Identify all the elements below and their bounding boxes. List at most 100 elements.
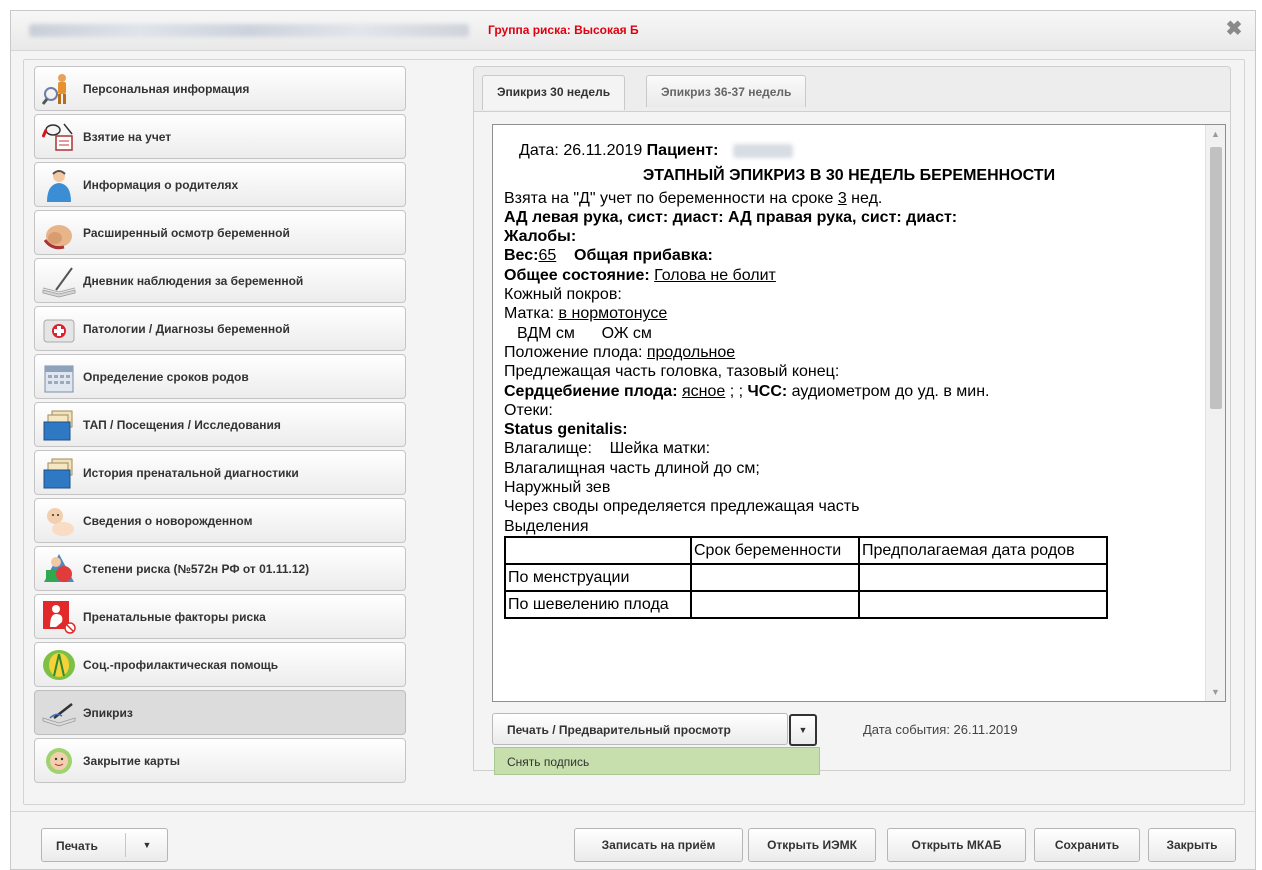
prenatal-risk-icon [41,599,77,635]
close-button[interactable]: Закрыть [1148,828,1236,862]
date-value: 26.11.2019 [563,142,643,159]
chevron-down-icon[interactable]: ▼ [789,714,817,746]
sidebar-item-social-help[interactable]: Соц.-профилактическая помощь [34,642,406,687]
close-icon[interactable]: ✖ [1223,17,1245,41]
general-state-value: Голова не болит [654,266,776,284]
modal-window: Группа риска: Высокая Б ✖ Персональная и… [10,10,1256,870]
uterus-line: Матка: в нормотонусе [504,304,1194,323]
sidebar-item-registration[interactable]: Взятие на учет [34,114,406,159]
folders-icon [41,407,77,443]
through-vaults: Через своды определяется предлежащая час… [504,498,860,516]
weight-value: 65 [538,247,557,265]
save-button[interactable]: Сохранить [1034,828,1140,862]
registered-suffix: нед. [846,189,883,207]
complaints: Жалобы: [504,228,577,246]
status-genitalis: Status genitalis: [504,421,628,439]
sidebar: Персональная информация Взятие на учет И… [34,66,406,786]
sidebar-item-risk-levels[interactable]: Степени риска (№572н РФ от 01.11.12) [34,546,406,591]
sidebar-item-pathologies[interactable]: Патологии / Диагнозы беременной [34,306,406,351]
skin: Кожный покров: [504,286,622,304]
risk-group-title: Группа риска: Высокая Б [488,23,639,37]
presenting-part: Предлежащая часть головка, тазовый конец… [504,363,840,381]
fetus-position-label: Положение плода: [504,343,647,361]
table-cell [858,589,1108,619]
sidebar-item-label: Расширенный осмотр беременной [83,226,290,240]
sidebar-item-extended-exam[interactable]: Расширенный осмотр беременной [34,210,406,255]
heartbeat-label: Сердцебиение плода: [504,382,678,400]
sidebar-item-label: Дневник наблюдения за беременной [83,274,304,288]
sidebar-item-observation-diary[interactable]: Дневник наблюдения за беременной [34,258,406,303]
tab-bar: Эпикриз 30 недель Эпикриз 36-37 недель [473,66,1231,112]
newborn-icon [41,503,77,539]
vaginal-part: Влагалищная часть длиной до см; [504,459,760,477]
heartbeat-value: ясное [681,382,726,400]
sidebar-item-prenatal-history[interactable]: История пренатальной диагностики [34,450,406,495]
table-header-cell: Срок беременности [690,535,860,565]
hr-value: аудиометром до уд. в мин. [787,382,990,400]
sidebar-item-newborn-info[interactable]: Сведения о новорожденном [34,498,406,543]
print-split-button[interactable]: Печать ▼ [41,828,168,862]
person-magnifier-icon [41,71,77,107]
weight-line: Вес:65 Общая прибавка: [504,246,1194,265]
sidebar-item-prenatal-risk-factors[interactable]: Пренатальные факторы риска [34,594,406,639]
epicrisis-panel: Эпикриз 30 недель Эпикриз 36-37 недель Д… [463,66,1233,775]
fetus-position-value: продольное [646,343,736,361]
remove-signature-item[interactable]: Снять подпись [507,755,589,769]
print-preview-button[interactable]: Печать / Предварительный просмотр ▼ [492,713,817,746]
sidebar-item-label: Пренатальные факторы риска [83,610,266,624]
chevron-down-icon[interactable]: ▼ [126,829,168,861]
external-os: Наружный зев [504,479,611,497]
risk-levels-icon [41,551,77,587]
table-row-label: По шевелению плода [504,589,692,619]
discharge: Выделения [504,517,589,535]
document-title: ЭТАПНЫЙ ЭПИКРИЗ В 30 НЕДЕЛЬ БЕРЕМЕННОСТИ [642,167,1056,185]
event-date: Дата события: 26.11.2019 [863,722,1018,737]
sidebar-item-close-card[interactable]: Закрытие карты [34,738,406,783]
print-preview-label: Печать / Предварительный просмотр [507,723,731,737]
tab-epicrisis-36-37[interactable]: Эпикриз 36-37 недель [646,75,807,107]
document-scrollbar[interactable]: ▲ ▼ [1205,125,1225,701]
sidebar-item-label: ТАП / Посещения / Исследования [83,418,281,432]
date-line: Дата: 26.11.2019 Пациент: [504,141,1194,160]
pregnant-exam-icon [41,215,77,251]
patient-name-redacted [29,24,469,37]
table-row: По шевелению плода [504,589,1108,619]
weight-label: Вес: [504,247,539,265]
total-gain: Общая прибавка: [574,247,713,265]
sidebar-item-parents-info[interactable]: Информация о родителях [34,162,406,207]
general-state-line: Общее состояние: Голова не болит [504,266,1194,285]
sidebar-item-delivery-dates[interactable]: Определение сроков родов [34,354,406,399]
main-content: Персональная информация Взятие на учет И… [23,59,1245,805]
uterus-value: в нормотонусе [558,305,668,323]
sidebar-item-label: Определение сроков родов [83,370,249,384]
schedule-appointment-button[interactable]: Записать на приём [574,828,743,862]
uterus-label: Матка: [504,305,559,323]
calendar-icon [41,359,77,395]
sidebar-item-label: История пренатальной диагностики [83,466,299,480]
table-header-row: Срок беременности Предполагаемая дата ро… [504,535,1108,565]
sidebar-item-tap-visits[interactable]: ТАП / Посещения / Исследования [34,402,406,447]
sidebar-item-label: Закрытие карты [83,754,181,768]
patient-label: Пациент: [646,142,719,159]
folders-history-icon [41,455,77,491]
scroll-down-arrow-icon[interactable]: ▼ [1206,683,1225,701]
tab-content: Дата: 26.11.2019 Пациент: ЭТАПНЫЙ ЭПИКРИ… [473,111,1231,775]
diary-icon [41,263,77,299]
sidebar-item-label: Информация о родителях [83,178,239,192]
registration-icon [41,119,77,155]
table-cell [690,589,860,619]
open-mkab-button[interactable]: Открыть МКАБ [887,828,1026,862]
epicrisis-document[interactable]: Дата: 26.11.2019 Пациент: ЭТАПНЫЙ ЭПИКРИ… [492,124,1226,702]
sidebar-item-personal-info[interactable]: Персональная информация [34,66,406,111]
hr-label: ЧСС: [747,382,788,400]
open-iemk-button[interactable]: Открыть ИЭМК [748,828,876,862]
parents-icon [41,167,77,203]
scroll-up-arrow-icon[interactable]: ▲ [1206,125,1225,143]
sidebar-item-label: Взятие на учет [83,130,172,144]
sidebar-item-epicrisis[interactable]: Эпикриз [34,690,406,735]
scrollbar-thumb[interactable] [1210,147,1222,409]
sidebar-item-label: Эпикриз [83,706,133,720]
vagina-cervix: Влагалище: Шейка матки: [504,440,711,458]
tab-epicrisis-30[interactable]: Эпикриз 30 недель [482,75,626,110]
footer-toolbar: Печать ▼ Записать на приём Открыть ИЭМК … [11,811,1255,869]
